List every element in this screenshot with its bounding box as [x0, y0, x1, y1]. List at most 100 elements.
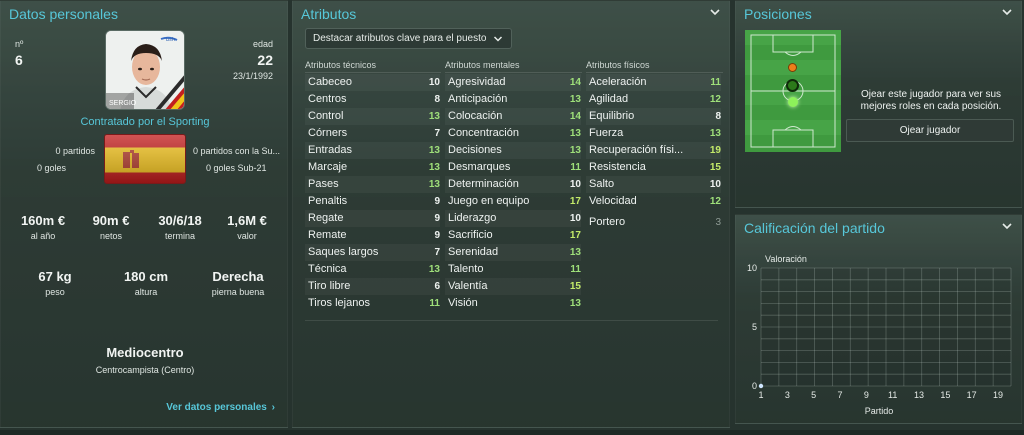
- wage-year-label: al año: [30, 231, 56, 241]
- height-label: altura: [134, 287, 158, 297]
- attribute-value: 13: [428, 162, 440, 173]
- attribute-name: Pases: [308, 178, 339, 190]
- x-tick-label: 7: [837, 390, 842, 400]
- attribute-name: Anticipación: [448, 93, 508, 105]
- attribute-row: Determinación 10: [445, 176, 581, 193]
- mental-rule: [445, 72, 582, 73]
- attribute-name: Aceleración: [589, 76, 647, 88]
- attribute-row: Tiros lejanos 11: [305, 295, 440, 312]
- x-tick-label: 15: [940, 390, 950, 400]
- scout-player-button[interactable]: Ojear jugador: [846, 119, 1014, 142]
- attribute-value: 9: [434, 230, 440, 241]
- role-detail: Centrocampista (Centro): [95, 365, 195, 375]
- chevron-down-icon[interactable]: [1001, 7, 1013, 17]
- attribute-name: Centros: [308, 93, 347, 105]
- attribute-value: 9: [434, 213, 440, 224]
- attribute-name: Resistencia: [589, 161, 646, 173]
- attribute-name: Colocación: [448, 110, 503, 122]
- attribute-row: Agilidad 12: [586, 91, 721, 108]
- attribute-value: 17: [569, 230, 581, 241]
- attribute-name: Agilidad: [589, 93, 629, 105]
- attribute-row: Sacrificio 17: [445, 227, 581, 244]
- attribute-value: 7: [434, 128, 440, 139]
- attribute-name: Córners: [308, 127, 348, 139]
- positions-panel: Posiciones Ojear este jugador para ver s…: [735, 0, 1022, 208]
- age-value: 22: [257, 52, 273, 68]
- view-personal-data-link[interactable]: Ver datos personales ›: [166, 402, 275, 413]
- mental-header: Atributos mentales: [445, 60, 520, 70]
- attribute-row: Concentración 13: [445, 125, 581, 142]
- technical-attributes: Cabeceo 10 Centros 8 Control 13 Córners 7 Entrad…: [305, 74, 440, 312]
- attribute-name: Control: [308, 110, 344, 122]
- attribute-value: 15: [709, 162, 721, 173]
- attribute-name: Serenidad: [448, 246, 499, 258]
- attributes-panel: Atributos Destacar atributos clave para …: [292, 0, 730, 428]
- attribute-name: Determinación: [448, 178, 519, 190]
- attribute-name: Visión: [448, 297, 478, 309]
- attribute-row: Penaltis 9: [305, 193, 440, 210]
- attribute-row: Saques largos 7: [305, 244, 440, 261]
- technical-header: Atributos técnicos: [305, 60, 377, 70]
- attribute-value: 12: [709, 94, 721, 105]
- y-tick-label: 10: [747, 263, 757, 273]
- chevron-right-icon: ›: [271, 402, 275, 413]
- attribute-row: Liderazgo 10: [445, 210, 581, 227]
- preferred-foot: Derecha pierna buena: [201, 269, 275, 297]
- u21-matches: 0 partidos con la Su...: [193, 146, 281, 156]
- attribute-row: Juego en equipo 17: [445, 193, 581, 210]
- attribute-value: 13: [569, 145, 581, 156]
- personal-panel-title: Datos personales: [9, 6, 118, 22]
- wage-net-label: netos: [99, 231, 123, 241]
- attribute-row: Pases 13: [305, 176, 440, 193]
- wage-net: 90m € netos: [81, 213, 141, 241]
- attribute-value: 13: [428, 264, 440, 275]
- attribute-row: Colocación 14: [445, 108, 581, 125]
- attribute-value: 3: [715, 217, 721, 228]
- weight: 67 kg peso: [25, 269, 85, 297]
- photo-caption: SERGIO: [109, 100, 137, 107]
- chevron-down-icon[interactable]: [709, 7, 721, 17]
- match-rating-chart: Valoración Partido 0510 1 3 5 7 9 11 13 15 17 19: [747, 254, 1012, 416]
- goalkeeper-row: Portero 3: [586, 214, 721, 231]
- attribute-name: Entradas: [308, 144, 353, 156]
- attribute-name: Tiros lejanos: [308, 297, 370, 309]
- contract-end: 30/6/18 termina: [150, 213, 210, 241]
- technical-rule: [305, 72, 441, 73]
- x-tick-label: 17: [967, 390, 977, 400]
- attribute-name: Agresividad: [448, 76, 506, 88]
- contract-team: Contratado por el Sporting: [80, 116, 210, 128]
- contract-end-label: termina: [164, 231, 195, 241]
- attribute-row: Tiro libre 6: [305, 278, 440, 295]
- attribute-value: 9: [434, 196, 440, 207]
- attribute-value: 10: [569, 179, 581, 190]
- x-tick-label: 19: [993, 390, 1003, 400]
- attribute-value: 8: [434, 94, 440, 105]
- chevron-down-icon: [493, 35, 503, 46]
- attribute-value: 15: [569, 281, 581, 292]
- attribute-name: Penaltis: [308, 195, 348, 207]
- attribute-row: Salto 10: [586, 176, 721, 193]
- pitch-diagram: [745, 30, 841, 152]
- weight-label: peso: [45, 287, 65, 297]
- attribute-row: Agresividad 14: [445, 74, 581, 91]
- scout-info-text: Ojear este jugador para ver sus mejores …: [860, 89, 1002, 112]
- attribute-value: 7: [434, 247, 440, 258]
- match-rating-panel: Calificación del partido Valoración Part…: [735, 214, 1022, 424]
- chart-y-label: Valoración: [765, 254, 807, 264]
- attribute-row: Decisiones 13: [445, 142, 581, 159]
- attribute-value: 14: [569, 77, 581, 88]
- bottom-strip: [0, 430, 1024, 435]
- attribute-value: 14: [569, 111, 581, 122]
- attribute-name: Valentía: [448, 280, 488, 292]
- player-photo: bsh SERGIO: [105, 30, 185, 110]
- weight-value: 67 kg: [38, 269, 72, 284]
- attribute-name: Velocidad: [589, 195, 637, 207]
- attribute-value: 6: [434, 281, 440, 292]
- attribute-name: Decisiones: [448, 144, 502, 156]
- attribute-name: Regate: [308, 212, 344, 224]
- attribute-name: Cabeceo: [308, 76, 353, 88]
- physical-attributes: Aceleración 11 Agilidad 12 Equilibrio 8 Fuerza…: [586, 74, 721, 231]
- highlight-attributes-dropdown[interactable]: Destacar atributos clave para el puesto: [305, 28, 512, 49]
- attributes-bottom-rule: [305, 320, 718, 321]
- y-tick-label: 5: [752, 322, 757, 332]
